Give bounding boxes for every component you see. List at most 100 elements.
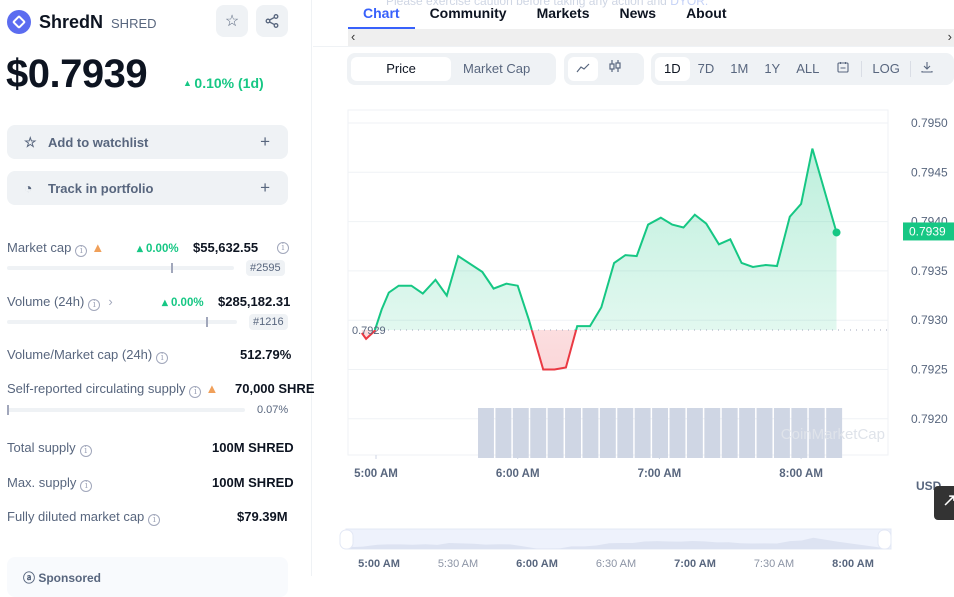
navigator-tick-label: 5:00 AM	[358, 558, 400, 570]
stat-value: 100M SHRED	[212, 475, 294, 490]
stat-value: $285,182.31	[218, 294, 291, 309]
supply-bar	[7, 405, 245, 415]
sponsored-icon: ⓐ	[23, 571, 39, 585]
caret-up-icon: ▲	[183, 78, 195, 88]
volume-bar	[512, 408, 529, 458]
info-icon[interactable]: i	[79, 445, 92, 457]
volume-bar	[704, 408, 721, 458]
x-tick-label: 8:00 AM	[779, 468, 823, 480]
info-icon[interactable]: i	[189, 386, 202, 398]
stat-label: Volume/Market cap (24h)	[7, 347, 153, 362]
volume-bar	[652, 408, 669, 458]
coin-logo-icon	[7, 10, 31, 34]
stat-value: $55,632.55	[193, 240, 259, 255]
volume-bar	[478, 408, 494, 458]
navigator-tick-label: 6:30 AM	[596, 558, 636, 570]
rank-bar	[7, 317, 237, 327]
current-price-dot	[832, 228, 841, 237]
x-tick-label: 5:00 AM	[354, 468, 398, 480]
navigator-tick-label: 7:00 AM	[674, 558, 716, 570]
navigator-handle-right	[877, 529, 892, 550]
volume-bar	[582, 408, 599, 458]
rank-bar	[7, 263, 234, 273]
y-tick-label: 0.7945	[911, 165, 948, 179]
info-icon[interactable]: i	[148, 514, 161, 526]
x-tick-label: 7:00 AM	[638, 468, 682, 480]
y-tick-label: 0.7920	[911, 412, 948, 426]
coin-price: $0.7939	[6, 52, 148, 96]
info-icon[interactable]: i	[88, 299, 101, 311]
chart-panel: Please exercise caution before taking an…	[313, 0, 954, 576]
y-tick-label: 0.7925	[911, 363, 948, 377]
stat-label: Fully diluted market cap	[7, 509, 145, 524]
stat-value: 100M SHRED	[212, 440, 294, 455]
y-tick-label: 0.7935	[911, 264, 948, 278]
plus-icon: +	[260, 178, 270, 197]
stat-label: Volume (24h)	[7, 294, 85, 309]
volume-bar	[617, 408, 634, 458]
volume-bar	[495, 408, 512, 458]
stat-value: $79.39M	[237, 509, 288, 524]
volume-bar	[599, 408, 616, 458]
volume-bar	[721, 408, 738, 458]
stat-label: Max. supply	[7, 475, 77, 490]
stat-label: Self-reported circulating supply	[7, 381, 186, 396]
pie-chart-icon: ◔	[24, 180, 33, 196]
stat-change: ▴ 0.00%	[137, 243, 179, 255]
navigator-tick-label: 7:30 AM	[754, 558, 794, 570]
chevron-right-icon[interactable]: ›	[108, 294, 112, 309]
share-icon	[265, 14, 279, 28]
plus-icon: +	[260, 132, 270, 151]
baseline-label: 0.7929	[352, 325, 386, 337]
coin-symbol: SHRED	[111, 15, 157, 31]
current-price-label: 0.7939	[909, 224, 946, 238]
stat-label: Market cap	[7, 240, 72, 255]
portfolio-label: Track in portfolio	[48, 180, 154, 196]
stat-label: Total supply	[7, 440, 76, 455]
volume-bar	[669, 408, 686, 458]
volume-bar	[565, 408, 581, 458]
coin-sidebar: ShredN SHRED ☆ $0.7939 ▲ 0.10% (1d) ☆ Ad…	[0, 0, 315, 597]
navigator-handle-left	[339, 529, 354, 550]
sponsored-box[interactable]: ⓐ Sponsored	[7, 557, 288, 597]
x-tick-label: 6:00 AM	[496, 468, 540, 480]
warning-icon[interactable]: ▲	[91, 240, 104, 255]
navigator-tick-label: 5:30 AM	[438, 558, 478, 570]
y-tick-label: 0.7950	[911, 116, 948, 130]
watchlist-label: Add to watchlist	[48, 134, 149, 150]
stat-value: 512.79%	[240, 347, 292, 362]
supply-percent: 0.07%	[257, 404, 289, 416]
coin-header: ShredN SHRED	[7, 10, 157, 34]
y-tick-label: 0.7930	[911, 313, 948, 327]
add-to-watchlist-button[interactable]: ☆ Add to watchlist +	[7, 125, 288, 159]
star-icon: ☆	[24, 133, 37, 150]
volume-bar	[547, 408, 564, 458]
price-change-value: 0.10% (1d)	[194, 75, 264, 91]
sponsored-label: Sponsored	[38, 571, 102, 585]
volume-bar	[739, 408, 756, 458]
track-portfolio-button[interactable]: ◔ Track in portfolio +	[7, 171, 288, 205]
arrow-up-icon: ↗	[942, 490, 954, 510]
rank-badge: #2595	[246, 260, 285, 276]
info-icon[interactable]: i	[277, 242, 289, 254]
share-button[interactable]	[256, 5, 288, 37]
price-change-badge: ▲ 0.10% (1d)	[183, 75, 264, 91]
watermark: CoinMarketCap	[781, 426, 885, 443]
info-icon[interactable]: i	[80, 480, 93, 492]
volume-bar	[634, 408, 651, 458]
price-chart[interactable]: 0.79500.79450.79400.79350.79300.79250.79…	[313, 0, 954, 576]
navigator-tick-label: 8:00 AM	[832, 558, 874, 570]
price-line-up	[373, 148, 838, 331]
favorite-button[interactable]: ☆	[216, 5, 248, 37]
stat-value: 70,000 SHRE	[235, 381, 315, 396]
warning-icon[interactable]: ▲	[205, 381, 218, 396]
price-area-down	[361, 330, 837, 370]
info-icon[interactable]: i	[75, 245, 88, 257]
volume-bar	[756, 408, 773, 458]
navigator-tick-label: 6:00 AM	[516, 558, 558, 570]
price-line-down	[360, 330, 578, 371]
rank-badge: #1216	[249, 314, 288, 330]
info-icon[interactable]: i	[156, 352, 169, 364]
scroll-to-top-button[interactable]: ↗	[934, 486, 954, 520]
star-icon: ☆	[224, 13, 240, 30]
